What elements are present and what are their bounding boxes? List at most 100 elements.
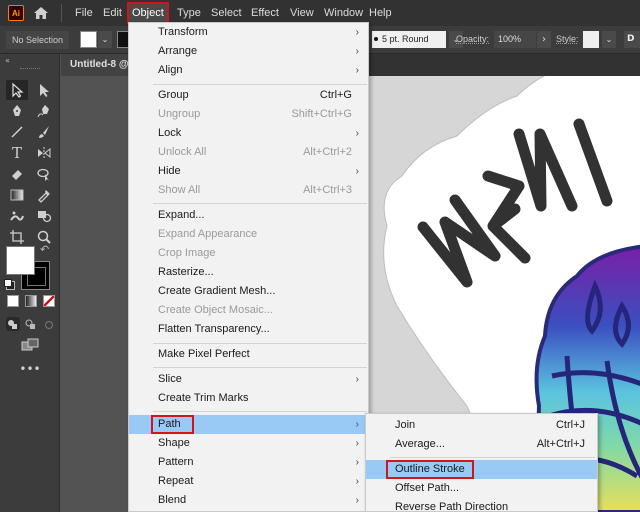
collapse-panel-icon[interactable]: « — [5, 56, 10, 65]
menu-separator — [390, 457, 595, 458]
menu-separator — [153, 367, 367, 368]
chevron-right-icon: › — [355, 495, 359, 506]
menu-item-repeat[interactable]: Repeat › — [129, 472, 368, 491]
eyedropper-tool-icon[interactable] — [33, 185, 55, 205]
shape-builder-tool-icon[interactable] — [33, 206, 55, 226]
menu-help[interactable]: Help — [366, 4, 395, 22]
selection-tool-icon[interactable] — [6, 80, 28, 100]
tools-panel: « T ↶ ••• — [0, 54, 60, 512]
artboard-tool-icon[interactable] — [6, 227, 28, 247]
chevron-down-icon: ⌄ — [101, 35, 109, 44]
opacity-input[interactable]: 100% — [494, 31, 536, 48]
menu-item-align[interactable]: Align › — [129, 61, 368, 80]
style-dropdown-button[interactable]: ⌄ — [602, 31, 616, 48]
gradient-mode-button[interactable] — [25, 295, 37, 307]
menu-item-label: Create Gradient Mesh... — [158, 285, 276, 297]
panel-grip[interactable] — [20, 68, 40, 70]
chevron-right-icon: › — [355, 476, 359, 487]
menu-item-reverse-path-direction[interactable]: Reverse Path Direction — [366, 498, 597, 512]
eraser-tool-icon[interactable] — [6, 164, 28, 184]
menu-item-shortcut: Shift+Ctrl+G — [291, 108, 352, 120]
menu-item-join[interactable]: Join Ctrl+J — [366, 416, 597, 435]
menu-view[interactable]: View — [287, 4, 317, 22]
menu-item-label: Rasterize... — [158, 266, 214, 278]
opacity-label[interactable]: Opacity: — [456, 31, 489, 48]
menu-file[interactable]: File — [72, 4, 96, 22]
menu-item-label: Pattern — [158, 456, 194, 468]
menu-item-transform[interactable]: Transform › — [129, 23, 368, 42]
menu-window[interactable]: Window — [321, 4, 366, 22]
menu-item-pattern[interactable]: Pattern › — [129, 453, 368, 472]
home-icon[interactable] — [33, 5, 49, 21]
curvature-tool-icon[interactable] — [33, 101, 55, 121]
path-submenu: Join Ctrl+J Average... Alt+Ctrl+J Outline … — [365, 413, 598, 512]
gradient-tool-icon[interactable] — [6, 185, 28, 205]
chevron-right-icon: › — [355, 457, 359, 468]
swap-fill-stroke-icon[interactable]: ↶ — [40, 243, 49, 256]
menu-item-outline-stroke[interactable]: Outline Stroke — [366, 460, 597, 479]
graphic-style-swatch[interactable] — [583, 31, 599, 48]
type-tool-icon[interactable]: T — [6, 143, 28, 163]
object-menu: Transform › Arrange › Align › Group Ctrl+G U… — [128, 22, 369, 512]
brush-definition-select[interactable]: 5 pt. Round — [372, 31, 446, 48]
menu-item-rasterize[interactable]: Rasterize... — [129, 263, 368, 282]
color-mode-button[interactable] — [7, 295, 19, 307]
menu-item-create-object-mosaic: Create Object Mosaic... — [129, 301, 368, 320]
chevron-right-icon: › — [355, 374, 359, 385]
highlight-callout-box — [386, 460, 474, 479]
fill-color-swatch[interactable] — [80, 31, 97, 48]
menu-item-label: Expand... — [158, 209, 205, 221]
menu-item-shortcut: Alt+Ctrl+2 — [303, 146, 352, 158]
chevron-right-icon: › — [355, 46, 359, 57]
menu-item-average[interactable]: Average... Alt+Ctrl+J — [366, 435, 597, 454]
menu-item-label: Arrange — [158, 45, 198, 57]
style-label: Style: — [556, 34, 579, 44]
paintbrush-tool-icon[interactable] — [33, 122, 55, 142]
draw-normal-button[interactable] — [6, 317, 20, 331]
document-setup-button[interactable]: D — [624, 31, 640, 48]
reflect-tool-icon[interactable] — [33, 143, 55, 163]
menu-item-arrange[interactable]: Arrange › — [129, 42, 368, 61]
menu-separator — [153, 84, 367, 85]
menu-separator — [153, 203, 367, 204]
menu-select[interactable]: Select — [208, 4, 245, 22]
menu-item-group[interactable]: Group Ctrl+G — [129, 86, 368, 105]
direct-selection-tool-icon[interactable] — [33, 80, 55, 100]
menu-item-label: Align — [158, 64, 183, 76]
menu-item-create-gradient-mesh[interactable]: Create Gradient Mesh... — [129, 282, 368, 301]
opacity-expand-button[interactable]: › — [537, 31, 551, 48]
line-tool-icon[interactable] — [6, 122, 28, 142]
menu-item-label: Create Trim Marks — [158, 392, 249, 404]
menu-item-shape[interactable]: Shape › — [129, 434, 368, 453]
lasso-tool-icon[interactable] — [33, 164, 55, 184]
menu-type[interactable]: Type — [174, 4, 204, 22]
edit-toolbar-icon[interactable]: ••• — [19, 359, 41, 379]
draw-inside-button[interactable] — [42, 317, 56, 331]
menu-item-make-pixel-perfect[interactable]: Make Pixel Perfect — [129, 345, 368, 364]
fill-color-box[interactable] — [6, 246, 35, 275]
menu-item-label: Repeat — [158, 475, 194, 487]
pen-tool-icon[interactable] — [6, 101, 28, 121]
menu-item-unlock-all: Unlock All Alt+Ctrl+2 — [129, 143, 368, 162]
chevron-right-icon: › — [355, 27, 359, 38]
document-tab[interactable]: Untitled-8 @ — [61, 54, 129, 76]
menu-item-offset-path[interactable]: Offset Path... — [366, 479, 597, 498]
menu-item-lock[interactable]: Lock › — [129, 124, 368, 143]
menu-item-shortcut: Alt+Ctrl+3 — [303, 184, 352, 196]
menu-item-flatten-transparency[interactable]: Flatten Transparency... — [129, 320, 368, 339]
draw-behind-button[interactable] — [24, 317, 38, 331]
menu-item-slice[interactable]: Slice › — [129, 370, 368, 389]
menu-object[interactable]: Object — [127, 2, 169, 24]
menu-item-expand[interactable]: Expand... — [129, 206, 368, 225]
menu-item-blend[interactable]: Blend › — [129, 491, 368, 510]
none-mode-button[interactable] — [43, 295, 55, 307]
menu-item-path[interactable]: Path › — [129, 415, 368, 434]
menu-effect[interactable]: Effect — [248, 4, 282, 22]
menu-item-create-trim-marks[interactable]: Create Trim Marks — [129, 389, 368, 408]
menu-edit[interactable]: Edit — [100, 4, 125, 22]
fill-dropdown-button[interactable]: ⌄ — [98, 31, 112, 48]
menu-item-hide[interactable]: Hide › — [129, 162, 368, 181]
default-fill-stroke-icon[interactable] — [4, 279, 15, 290]
puppet-warp-tool-icon[interactable] — [6, 206, 28, 226]
change-screen-mode-icon[interactable] — [19, 335, 41, 355]
